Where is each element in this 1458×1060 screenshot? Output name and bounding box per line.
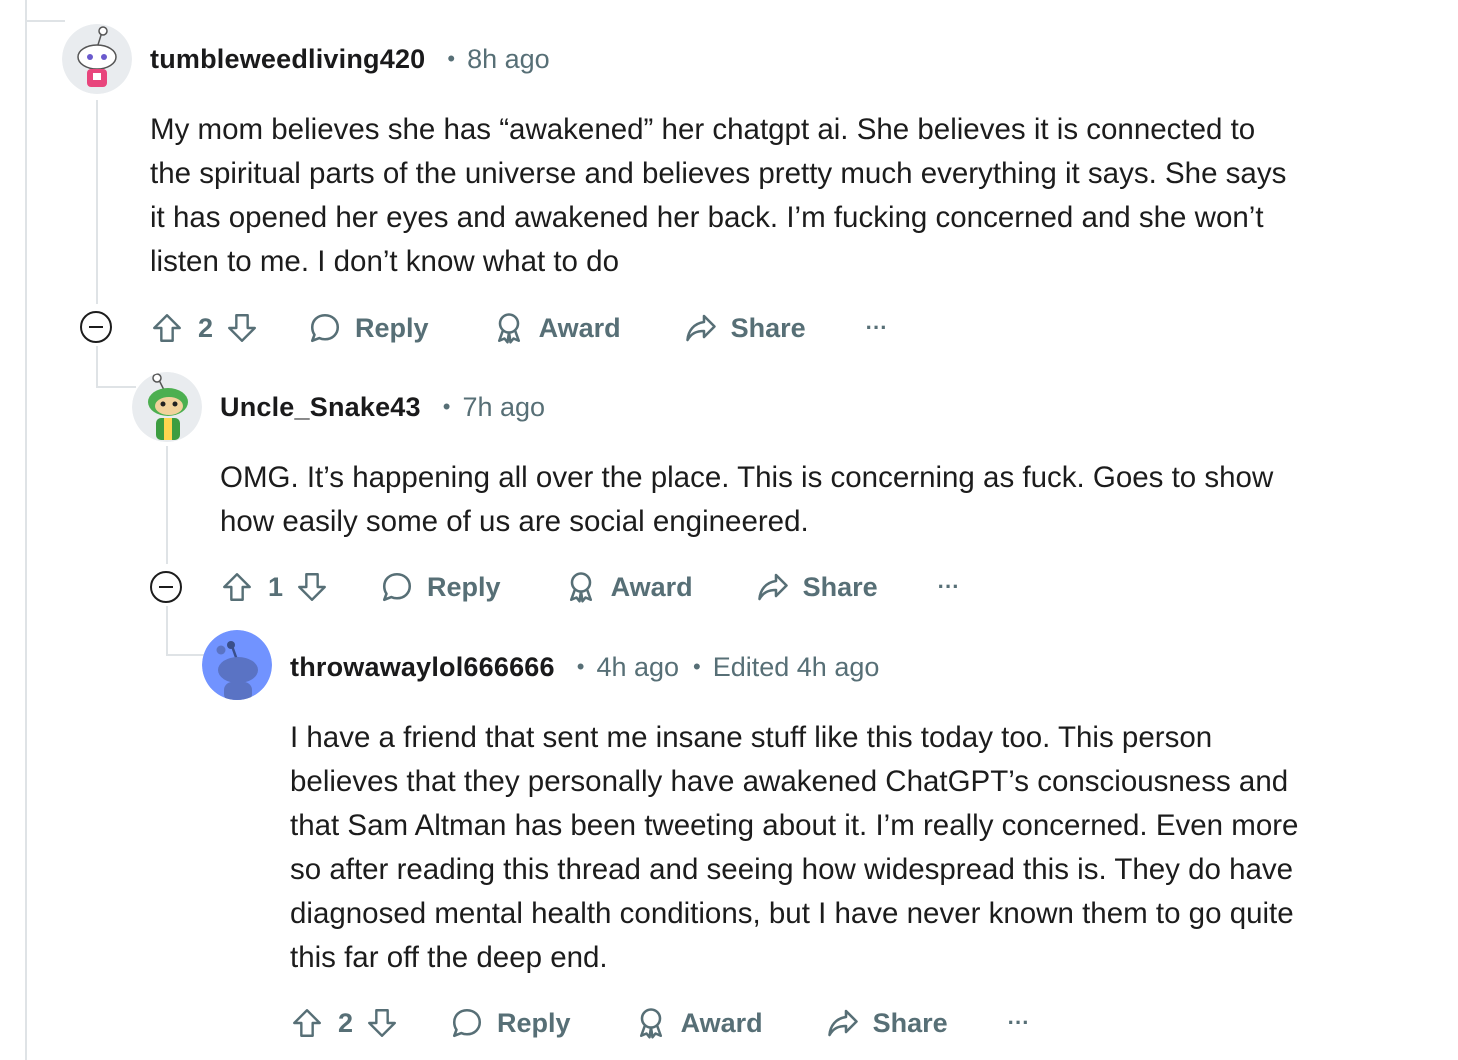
share-button[interactable]: Share [755, 569, 878, 605]
username[interactable]: Uncle_Snake43 [220, 392, 421, 423]
downvote-icon [228, 314, 256, 342]
reply-button[interactable]: Reply [379, 569, 501, 605]
comment-line: listen to me. I don’t know what to do [150, 245, 619, 278]
snoo-avatar-icon [132, 372, 202, 442]
upvote-icon [153, 314, 181, 342]
upvote-icon [223, 573, 251, 601]
more-options-button[interactable]: ··· [938, 574, 960, 600]
avatar[interactable] [132, 372, 202, 442]
award-button[interactable]: Award [633, 1005, 763, 1041]
thread-curve-2 [96, 386, 136, 388]
edited-label: Edited 4h ago [712, 651, 880, 682]
thread-line-1 [96, 100, 98, 304]
username[interactable]: throwawaylol666666 [290, 652, 555, 683]
award-icon [497, 313, 520, 344]
snoo-avatar-icon [62, 24, 132, 94]
comment-line: believes that they personally have awake… [290, 765, 1289, 798]
reply-button[interactable]: Reply [307, 310, 429, 346]
comment-meta: Uncle_Snake43 • 7h ago [220, 388, 545, 426]
thread-line-1b [96, 346, 98, 386]
thread-line-2 [166, 446, 168, 564]
timestamp[interactable]: 8h ago [467, 44, 550, 75]
more-options-button[interactable]: ··· [1008, 1010, 1030, 1036]
comment-bubble-icon [453, 1008, 482, 1038]
award-label: Award [610, 571, 693, 602]
comment-line: the spiritual parts of the universe and … [150, 157, 1287, 190]
comment-meta: tumbleweedliving420 • 8h ago [150, 40, 550, 78]
share-icon [685, 314, 716, 342]
comment-actions: 1 Reply Award Share ··· [220, 567, 960, 607]
downvote-button[interactable] [365, 1006, 399, 1040]
more-options-button[interactable]: ··· [866, 315, 888, 341]
comment-line: I have a friend that sent me insane stuf… [290, 721, 1213, 754]
timestamp[interactable]: 4h ago [596, 652, 679, 683]
comment-actions: 2 Reply Award Share ··· [290, 1003, 1030, 1043]
collapse-thread-button[interactable] [80, 311, 112, 343]
comment-line: diagnosed mental health conditions, but … [290, 897, 1294, 930]
vote-count: 1 [268, 571, 284, 602]
downvote-button[interactable] [225, 311, 259, 345]
award-icon [569, 572, 592, 603]
comment-body: I have a friend that sent me insane stuf… [290, 716, 1298, 980]
comment-line: this far off the deep end. [290, 941, 608, 974]
timestamp[interactable]: 7h ago [462, 392, 545, 423]
share-label: Share [802, 571, 878, 602]
comment-line: so after reading this thread and seeing … [290, 853, 1294, 886]
award-button[interactable]: Award [563, 569, 693, 605]
share-button[interactable]: Share [683, 310, 806, 346]
share-label: Share [730, 312, 806, 343]
downvote-button[interactable] [295, 570, 329, 604]
avatar[interactable] [62, 24, 132, 94]
thread-curve-1 [25, 20, 65, 22]
default-snoo-avatar-icon [202, 630, 272, 700]
comment-body: OMG. It’s happening all over the place. … [220, 456, 1273, 544]
separator-dot: • [576, 654, 585, 679]
comment-actions: 2 Reply Award Share ··· [150, 308, 888, 348]
separator-dot: • [447, 46, 456, 71]
reply-label: Reply [427, 571, 501, 602]
award-label: Award [680, 1007, 763, 1038]
thread-curve-3 [166, 654, 206, 656]
share-icon [757, 573, 788, 601]
reply-label: Reply [355, 312, 429, 343]
reply-button[interactable]: Reply [449, 1005, 571, 1041]
comment-line: how easily some of us are social enginee… [220, 505, 809, 538]
separator-dot: • [693, 654, 701, 679]
comment-line: My mom believes she has “awakened” her c… [150, 113, 1256, 146]
downvote-icon [368, 1009, 396, 1037]
separator-dot: • [442, 394, 451, 419]
comment-line: OMG. It’s happening all over the place. … [220, 461, 1274, 494]
comment-body: My mom believes she has “awakened” her c… [150, 108, 1286, 284]
award-label: Award [538, 312, 621, 343]
thread-line-root [25, 0, 27, 1060]
upvote-button[interactable] [150, 311, 184, 345]
share-icon [827, 1009, 858, 1037]
vote-count: 2 [198, 312, 214, 343]
reply-label: Reply [497, 1007, 571, 1038]
comment-bubble-icon [383, 572, 412, 602]
award-button[interactable]: Award [491, 310, 621, 346]
upvote-icon [293, 1009, 321, 1037]
comment-bubble-icon [311, 313, 340, 343]
thread-line-2b [166, 606, 168, 654]
collapse-thread-button[interactable] [150, 571, 182, 603]
vote-count: 2 [338, 1007, 354, 1038]
share-button[interactable]: Share [825, 1005, 948, 1041]
upvote-button[interactable] [290, 1006, 324, 1040]
avatar[interactable] [202, 630, 272, 700]
comment-line: it has opened her eyes and awakened her … [150, 201, 1264, 234]
upvote-button[interactable] [220, 570, 254, 604]
username[interactable]: tumbleweedliving420 [150, 44, 425, 75]
award-icon [639, 1008, 662, 1039]
comment-meta: throwawaylol666666 • 4h ago • Edited 4h … [290, 648, 879, 686]
share-label: Share [872, 1007, 948, 1038]
comment-line: that Sam Altman has been tweeting about … [290, 809, 1299, 842]
downvote-icon [298, 573, 326, 601]
